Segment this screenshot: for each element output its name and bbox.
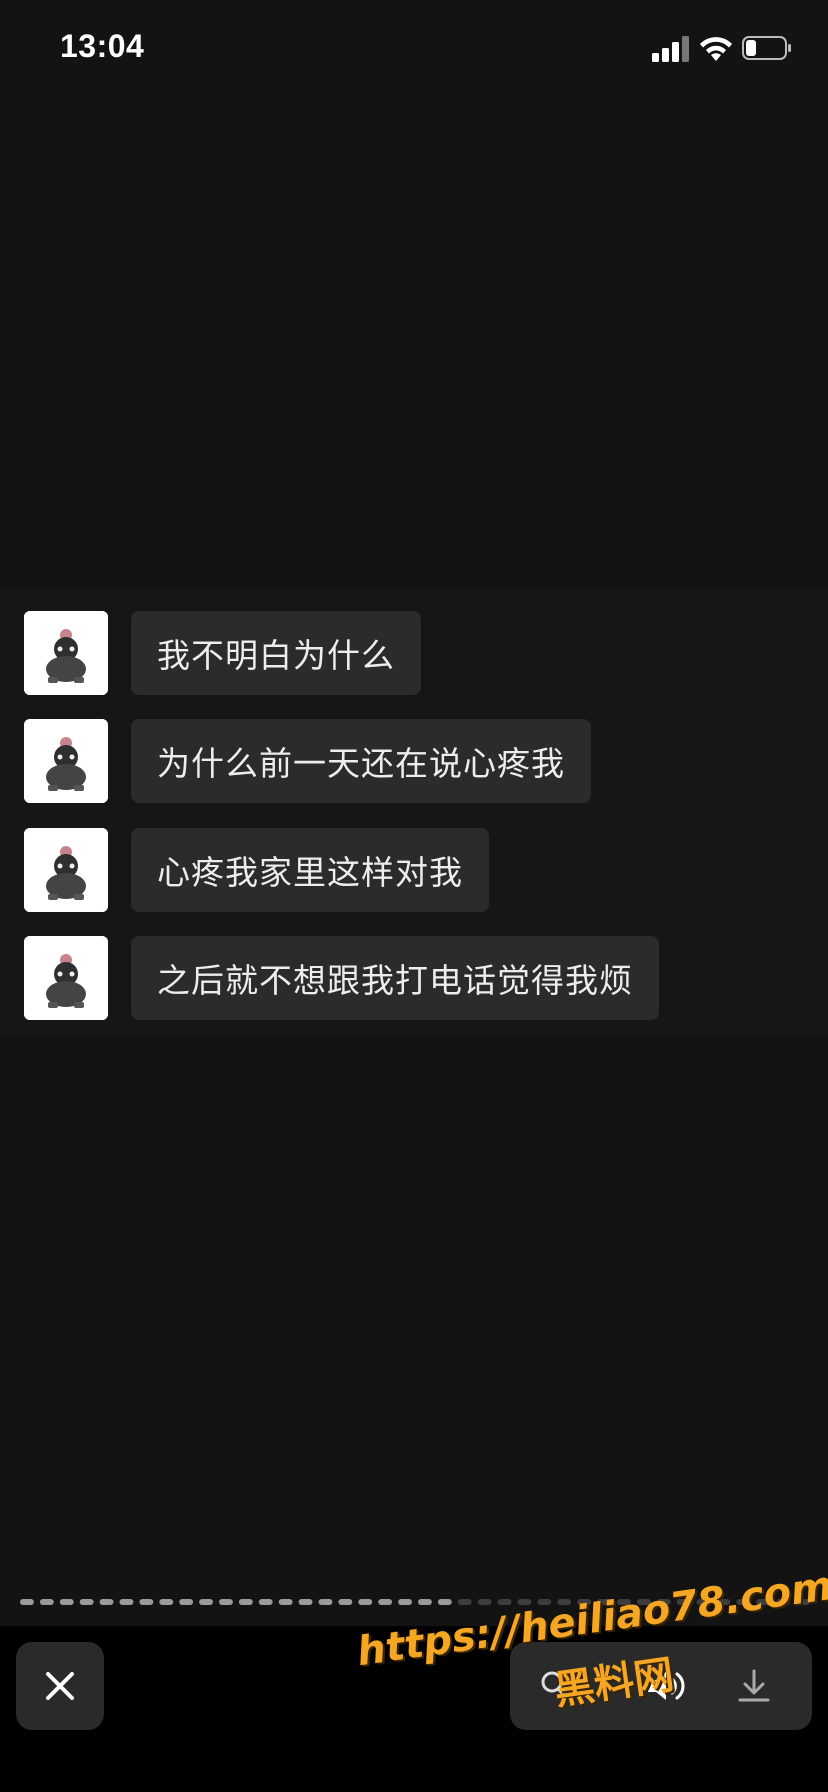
progress-segment [437, 1599, 452, 1605]
progress-segment [457, 1599, 472, 1605]
progress-segment [59, 1599, 74, 1605]
progress-segment [338, 1599, 353, 1605]
avatar-image [24, 828, 108, 912]
chat-panel: 我不明白为什么 为什么前一天还在说心疼我 心疼我家里这样对我 之后就不想跟我打电… [0, 588, 828, 1036]
progress-segment [696, 1599, 711, 1605]
progress-segment [656, 1599, 671, 1605]
progress-segment [139, 1599, 154, 1605]
media-controls [510, 1642, 812, 1730]
progress-segment [238, 1599, 253, 1605]
message-bubble[interactable]: 为什么前一天还在说心疼我 [131, 719, 591, 803]
progress-segment [676, 1599, 691, 1605]
progress-segment [119, 1599, 134, 1605]
progress-segment [159, 1599, 174, 1605]
avatar-image [24, 936, 108, 1020]
message-bubble[interactable]: 我不明白为什么 [131, 611, 421, 695]
avatar[interactable] [24, 828, 108, 912]
progress-segment [557, 1599, 572, 1605]
message-row: 心疼我家里这样对我 [24, 828, 804, 912]
progress-segment [219, 1599, 233, 1605]
speaker-icon [648, 1672, 685, 1700]
sound-button[interactable] [626, 1642, 706, 1730]
search-person-icon [541, 1671, 568, 1699]
progress-segment [756, 1599, 771, 1605]
progress-segment [597, 1599, 611, 1605]
progress-segment [358, 1599, 373, 1605]
message-bubble[interactable]: 心疼我家里这样对我 [131, 828, 489, 912]
progress-segment [39, 1599, 54, 1605]
progress-segment [318, 1599, 333, 1605]
progress-segment [537, 1599, 552, 1605]
download-icon [738, 1669, 770, 1702]
progress-segment [20, 1599, 34, 1605]
search-person-button[interactable] [514, 1642, 594, 1730]
progress-segment [517, 1599, 532, 1605]
story-progress-bar [20, 1599, 810, 1605]
message-text: 之后就不想跟我打电话觉得我烦 [157, 961, 633, 1000]
progress-segment [258, 1599, 273, 1605]
message-bubble[interactable]: 之后就不想跟我打电话觉得我烦 [131, 936, 659, 1020]
cellular-signal-icon [652, 36, 689, 62]
message-text: 为什么前一天还在说心疼我 [157, 744, 565, 783]
progress-segment [278, 1599, 293, 1605]
progress-segment [79, 1599, 94, 1605]
message-text: 心疼我家里这样对我 [157, 853, 463, 892]
progress-segment [776, 1599, 791, 1605]
progress-segment [796, 1599, 810, 1605]
avatar-image [24, 719, 108, 803]
bottom-bar [0, 1626, 828, 1792]
close-button[interactable] [16, 1642, 104, 1730]
message-row: 之后就不想跟我打电话觉得我烦 [24, 936, 804, 1020]
status-bar: 13:04 [0, 0, 828, 100]
wifi-icon [700, 37, 732, 61]
avatar-image [24, 611, 108, 695]
progress-segment [736, 1599, 751, 1605]
message-text: 我不明白为什么 [157, 636, 395, 675]
progress-segment [398, 1599, 412, 1605]
avatar[interactable] [24, 611, 108, 695]
progress-segment [199, 1599, 213, 1605]
close-icon [46, 1672, 74, 1700]
progress-segment [716, 1599, 731, 1605]
progress-segment [99, 1599, 114, 1605]
battery-icon [742, 36, 791, 60]
message-row: 为什么前一天还在说心疼我 [24, 719, 804, 803]
avatar[interactable] [24, 936, 108, 1020]
progress-segment [418, 1599, 432, 1605]
avatar[interactable] [24, 719, 108, 803]
progress-segment [497, 1599, 512, 1605]
progress-segment [577, 1599, 592, 1605]
progress-segment [378, 1599, 393, 1605]
progress-segment [298, 1599, 313, 1605]
status-time: 13:04 [60, 28, 145, 64]
message-row: 我不明白为什么 [24, 611, 804, 695]
progress-segment [636, 1599, 651, 1605]
progress-segment [477, 1599, 492, 1605]
progress-segment [179, 1599, 194, 1605]
download-button[interactable] [714, 1642, 794, 1730]
progress-segment [617, 1599, 631, 1605]
